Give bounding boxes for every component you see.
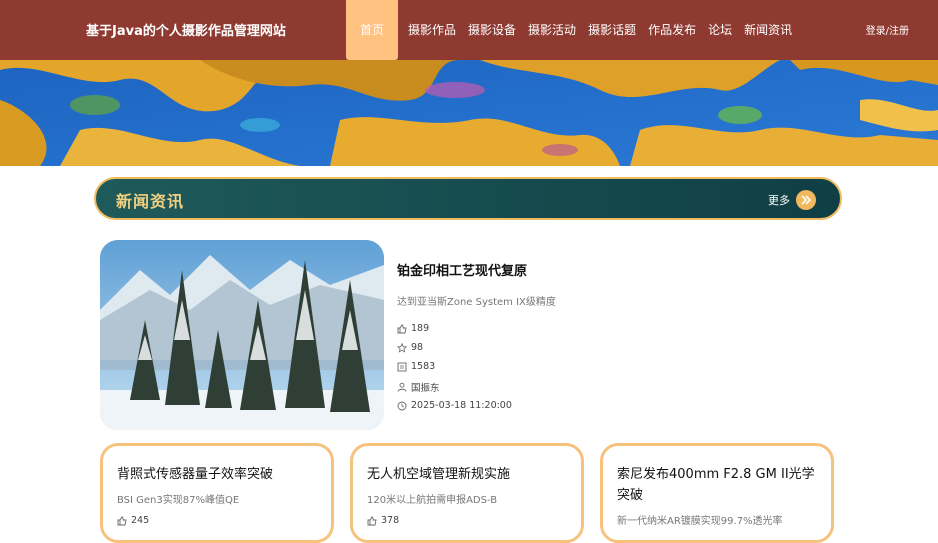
card-subtitle: 120米以上航拍需申报ADS-B [367,495,498,506]
nav-item-equipment[interactable]: 摄影设备 [468,0,528,60]
nav-item-publish[interactable]: 作品发布 [648,0,708,60]
login-register-link[interactable]: 登录/注册 [866,22,909,37]
card-subtitle: BSI Gen3实现87%峰值QE [117,495,240,506]
nav-item-works[interactable]: 摄影作品 [408,0,468,60]
datetime-meta: 2025-03-18 11:20:00 [397,400,512,411]
banner-image [0,60,938,166]
main-nav: 首页 摄影作品 摄影设备 摄影活动 摄影话题 作品发布 论坛 新闻资讯 [346,0,804,60]
news-section-header: 新闻资讯 更多 [94,177,842,220]
author-meta: 国振东 [397,380,440,394]
nav-item-home[interactable]: 首页 [346,0,399,60]
likes-count: 245 [131,515,150,526]
card-likes: 378 [367,515,399,526]
thumbs-up-icon [367,516,377,525]
news-card[interactable]: 无人机空域管理新规实施 120米以上航拍需申报ADS-B 378 [350,443,584,543]
favorites-meta: 98 [397,342,423,353]
site-title[interactable]: 基于Java的个人摄影作品管理网站 [86,20,286,39]
hero-banner [0,60,938,166]
more-button[interactable]: 更多 [768,190,816,210]
nav-item-activities[interactable]: 摄影活动 [528,0,588,60]
featured-subtitle: 达到亚当斯Zone System IX级精度 [397,297,556,308]
card-likes: 245 [117,515,149,526]
card-subtitle: 新一代纳米AR镀膜实现99.7%透光率 [617,516,783,527]
likes-meta: 189 [397,323,429,334]
card-title: 无人机空域管理新规实施 [367,467,511,482]
more-label: 更多 [768,194,790,207]
featured-news-image[interactable] [100,240,384,430]
card-title: 索尼发布400mm F2.8 GM II光学突破 [617,467,815,503]
nav-item-news[interactable]: 新闻资讯 [744,0,804,60]
author-name: 国振东 [411,383,440,394]
likes-count: 189 [411,323,430,334]
clock-icon [397,401,407,410]
nav-item-topics[interactable]: 摄影话题 [588,0,648,60]
views-icon [397,362,407,371]
publish-datetime: 2025-03-18 11:20:00 [411,400,512,411]
favorites-count: 98 [411,342,424,353]
featured-title[interactable]: 铂金印相工艺现代复原 [397,260,527,279]
section-title: 新闻资讯 [116,192,185,211]
star-icon [397,342,407,353]
thumbs-up-icon [117,516,127,525]
thumbs-up-icon [397,324,407,333]
nav-item-forum[interactable]: 论坛 [708,0,744,60]
news-card[interactable]: 背照式传感器量子效率突破 BSI Gen3实现87%峰值QE 245 [100,443,334,543]
top-header: 基于Java的个人摄影作品管理网站 首页 摄影作品 摄影设备 摄影活动 摄影话题… [0,0,938,60]
news-card[interactable]: 索尼发布400mm F2.8 GM II光学突破 新一代纳米AR镀膜实现99.7… [600,443,834,543]
card-title: 背照式传感器量子效率突破 [117,467,274,482]
views-count: 1583 [411,361,436,372]
likes-count: 378 [381,515,400,526]
chevron-double-right-icon [796,190,816,210]
user-icon [397,382,407,392]
views-meta: 1583 [397,361,435,372]
snowy-forest-image [100,240,384,430]
